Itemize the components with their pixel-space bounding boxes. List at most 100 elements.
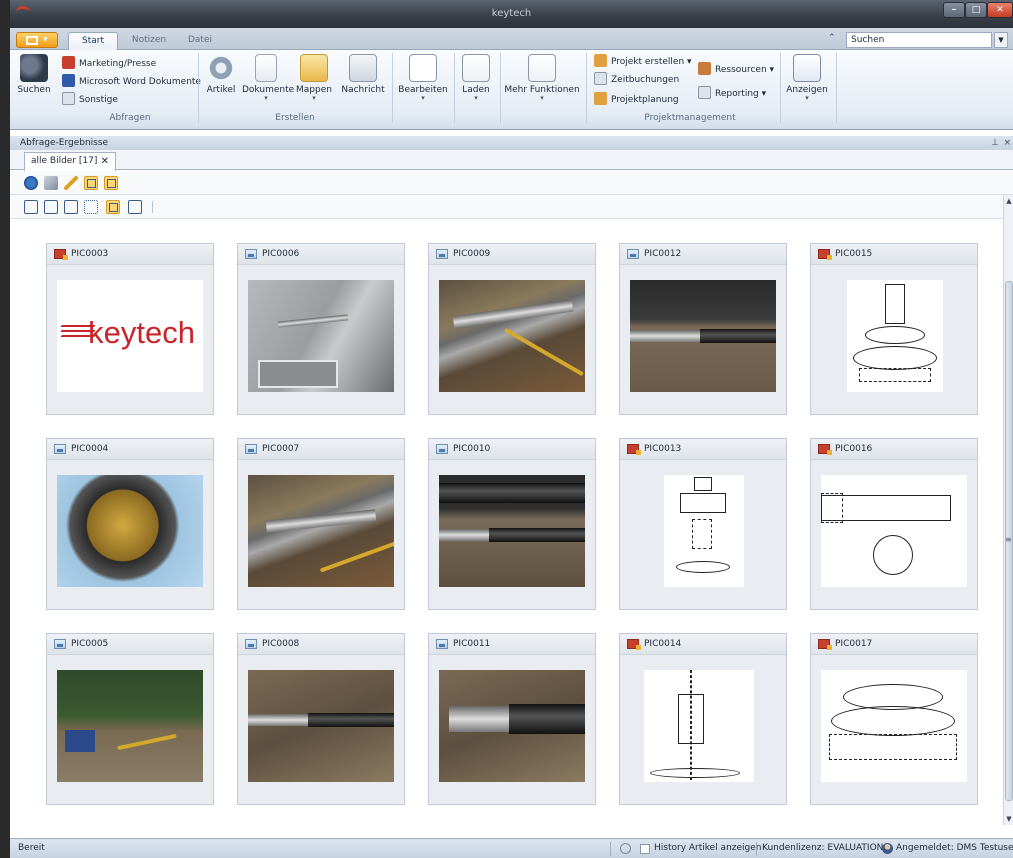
reporting-button[interactable]: Reporting ▾ <box>698 86 766 102</box>
binoculars-icon <box>20 54 48 82</box>
panel-title: Abfrage-Ergebnisse <box>20 138 109 148</box>
document-file-icon <box>818 444 832 455</box>
item-name: PIC0014 <box>644 639 682 649</box>
gallery-item[interactable]: PIC0010 <box>428 438 596 610</box>
gallery-item[interactable]: PIC0005 <box>46 633 214 805</box>
gallery-item[interactable]: PIC0015 <box>810 243 978 415</box>
projekt-erstellen-button[interactable]: Projekt erstellen ▾ <box>594 54 692 70</box>
photo-detail <box>258 360 338 388</box>
group-label-projektmanagement: Projektmanagement <box>644 113 736 123</box>
mappen-button[interactable]: Mappen ▾ <box>294 54 334 102</box>
query-word-dokumente[interactable]: Microsoft Word Dokumente <box>62 74 201 90</box>
gallery-item[interactable]: PIC0016 <box>810 438 978 610</box>
drawing-part <box>873 535 913 575</box>
gallery-item[interactable]: PIC0013 <box>619 438 787 610</box>
thumbnail <box>664 475 744 587</box>
gallery-item[interactable]: PIC0004 <box>46 438 214 610</box>
globe-icon[interactable] <box>24 176 38 190</box>
item-name: PIC0015 <box>835 249 873 259</box>
chevron-down-icon: ▾ <box>540 94 544 102</box>
tab-notizen[interactable]: Notizen <box>122 32 176 50</box>
chevron-down-icon: ▾ <box>769 65 775 75</box>
card-header: PIC0008 <box>238 634 404 655</box>
gallery-item[interactable]: PIC0009 <box>428 243 596 415</box>
tab-datei[interactable]: Datei <box>182 32 218 50</box>
gallery-item[interactable]: PIC0008 <box>237 633 405 805</box>
item-name: PIC0006 <box>262 249 300 259</box>
chevron-down-icon: ▾ <box>687 57 692 67</box>
minimize-button[interactable]: – <box>943 2 965 18</box>
card-header: PIC0007 <box>238 439 404 460</box>
item-name: PIC0004 <box>71 444 109 454</box>
thumbnail-view-icon[interactable] <box>104 176 118 190</box>
scroll-up-icon[interactable]: ▲ <box>1004 197 1013 205</box>
maximize-button[interactable]: □ <box>965 2 987 18</box>
view-double-icon[interactable] <box>44 200 58 214</box>
thumbnail <box>630 280 776 392</box>
folder-icon <box>300 54 328 82</box>
view-single-icon[interactable] <box>24 200 38 214</box>
view-rows-icon[interactable] <box>64 200 78 214</box>
drawing-part <box>821 493 843 523</box>
item-name: PIC0010 <box>453 444 491 454</box>
pencil-icon[interactable] <box>64 176 78 190</box>
tab-alle-bilder[interactable]: alle Bilder [17] ✕ <box>24 152 116 171</box>
application-menu-button[interactable]: ▾ <box>16 32 58 48</box>
zeitbuchungen-button[interactable]: Zeitbuchungen <box>594 72 679 88</box>
search-input[interactable]: Suchen <box>846 32 992 48</box>
dokumente-button[interactable]: Dokumente ▾ <box>242 54 294 102</box>
gallery-item[interactable]: PIC0017 <box>810 633 978 805</box>
close-icon[interactable]: × <box>1003 136 1011 150</box>
grid-view-icon[interactable] <box>84 176 98 190</box>
view-cascade-icon[interactable] <box>128 200 142 214</box>
laden-button[interactable]: Laden ▾ <box>458 54 494 102</box>
gallery-item[interactable]: PIC0011 <box>428 633 596 805</box>
query-label: Sonstige <box>79 95 118 105</box>
view-large-grid-icon[interactable] <box>106 200 120 214</box>
card-header: PIC0017 <box>811 634 977 655</box>
projektplanung-button[interactable]: Projektplanung <box>594 92 679 108</box>
history-checkbox[interactable] <box>640 844 650 854</box>
pin-icon[interactable]: ⊥ <box>991 136 999 150</box>
photo-detail <box>630 330 700 342</box>
query-sonstige[interactable]: Sonstige <box>62 92 118 108</box>
suchen-label: Suchen <box>17 85 51 95</box>
item-name: PIC0005 <box>71 639 109 649</box>
group-separator <box>198 53 199 123</box>
card-header: PIC0011 <box>429 634 595 655</box>
drawing-part <box>885 284 905 324</box>
query-marketing-presse[interactable]: Marketing/Presse <box>62 56 156 72</box>
artikel-button[interactable]: Artikel <box>204 54 238 95</box>
status-separator <box>756 842 757 856</box>
close-tab-icon[interactable]: ✕ <box>101 153 109 170</box>
search-dropdown-button[interactable]: ▼ <box>994 32 1008 48</box>
document-file-icon <box>627 639 641 650</box>
gallery-item[interactable]: PIC0012 <box>619 243 787 415</box>
gallery-item[interactable]: PIC0003 keytech <box>46 243 214 415</box>
card-header: PIC0004 <box>47 439 213 460</box>
keytech-logo: keytech <box>57 298 203 368</box>
suchen-button[interactable]: Suchen <box>14 54 54 95</box>
bearbeiten-button[interactable]: Bearbeiten ▾ <box>396 54 450 102</box>
scroll-down-icon[interactable]: ▼ <box>1004 815 1013 823</box>
nachricht-button[interactable]: Nachricht <box>340 54 386 95</box>
window-title: keytech <box>491 8 532 19</box>
document-file-icon <box>54 249 68 260</box>
gallery-scrollbar[interactable]: ▲ ≡ ▼ <box>1003 195 1013 825</box>
photo-detail <box>265 509 377 533</box>
print-icon[interactable] <box>44 176 58 190</box>
mehr-funktionen-button[interactable]: Mehr Funktionen ▾ <box>504 54 580 102</box>
close-window-button[interactable]: ✕ <box>987 2 1013 18</box>
thumbnail <box>248 280 394 392</box>
gallery-item[interactable]: PIC0007 <box>237 438 405 610</box>
gallery-item[interactable]: PIC0006 <box>237 243 405 415</box>
card-header: PIC0013 <box>620 439 786 460</box>
tab-start[interactable]: Start <box>68 32 118 50</box>
view-small-grid-icon[interactable] <box>84 200 98 214</box>
gallery-item[interactable]: PIC0014 <box>619 633 787 805</box>
item-name: PIC0013 <box>644 444 682 454</box>
chevron-down-icon: ▾ <box>264 94 268 102</box>
anzeigen-button[interactable]: Anzeigen ▾ <box>784 54 830 102</box>
collapse-ribbon-icon[interactable]: ⌃ <box>828 33 836 43</box>
ressourcen-button[interactable]: Ressourcen ▾ <box>698 62 774 78</box>
